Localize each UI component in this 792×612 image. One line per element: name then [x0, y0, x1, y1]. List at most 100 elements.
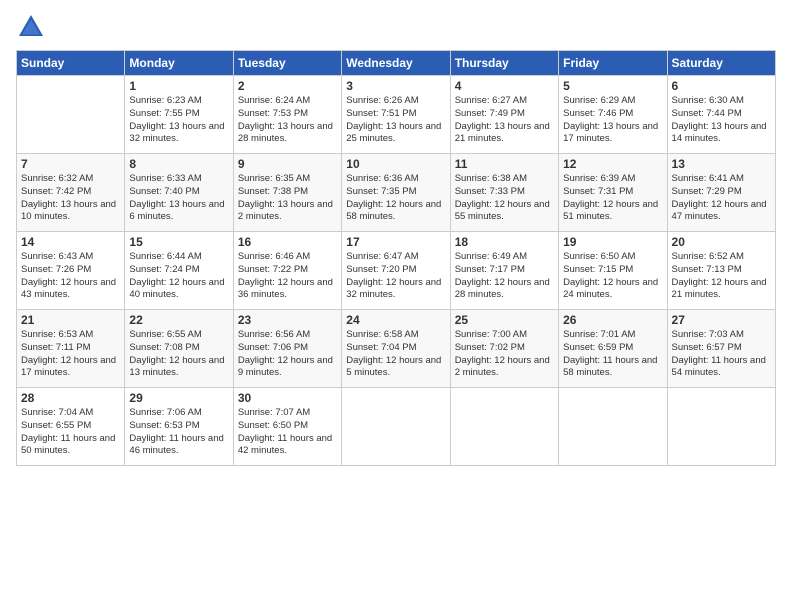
- day-info: Sunrise: 6:32 AM Sunset: 7:42 PM Dayligh…: [21, 173, 120, 224]
- day-info: Sunrise: 6:30 AM Sunset: 7:44 PM Dayligh…: [672, 95, 771, 146]
- calendar-cell: 22 Sunrise: 6:55 AM Sunset: 7:08 PM Dayli…: [125, 310, 233, 388]
- day-info: Sunrise: 7:00 AM Sunset: 7:02 PM Dayligh…: [455, 329, 554, 380]
- weekday-header: Tuesday: [233, 51, 341, 76]
- day-info: Sunrise: 6:46 AM Sunset: 7:22 PM Dayligh…: [238, 251, 337, 302]
- calendar-cell: 21 Sunrise: 6:53 AM Sunset: 7:11 PM Dayli…: [17, 310, 125, 388]
- calendar-week-row: 7Sunrise: 6:32 AM Sunset: 7:42 PM Daylig…: [17, 154, 776, 232]
- calendar-cell: 18 Sunrise: 6:49 AM Sunset: 7:17 PM Dayli…: [450, 232, 558, 310]
- calendar-cell: 2 Sunrise: 6:24 AM Sunset: 7:53 PM Daylig…: [233, 76, 341, 154]
- day-number: 30: [238, 391, 337, 405]
- day-number: 14: [21, 235, 120, 249]
- calendar-cell: 5 Sunrise: 6:29 AM Sunset: 7:46 PM Daylig…: [559, 76, 667, 154]
- calendar-cell: 6 Sunrise: 6:30 AM Sunset: 7:44 PM Daylig…: [667, 76, 775, 154]
- weekday-header: Friday: [559, 51, 667, 76]
- logo-icon: [16, 12, 46, 42]
- day-info: Sunrise: 6:38 AM Sunset: 7:33 PM Dayligh…: [455, 173, 554, 224]
- day-info: Sunrise: 7:01 AM Sunset: 6:59 PM Dayligh…: [563, 329, 662, 380]
- calendar-cell: 30 Sunrise: 7:07 AM Sunset: 6:50 PM Dayli…: [233, 388, 341, 466]
- day-info: Sunrise: 6:41 AM Sunset: 7:29 PM Dayligh…: [672, 173, 771, 224]
- day-info: Sunrise: 6:56 AM Sunset: 7:06 PM Dayligh…: [238, 329, 337, 380]
- calendar-cell: 12 Sunrise: 6:39 AM Sunset: 7:31 PM Dayli…: [559, 154, 667, 232]
- calendar-cell: 26 Sunrise: 7:01 AM Sunset: 6:59 PM Dayli…: [559, 310, 667, 388]
- day-info: Sunrise: 6:23 AM Sunset: 7:55 PM Dayligh…: [129, 95, 228, 146]
- day-info: Sunrise: 6:53 AM Sunset: 7:11 PM Dayligh…: [21, 329, 120, 380]
- calendar-cell: 29 Sunrise: 7:06 AM Sunset: 6:53 PM Dayli…: [125, 388, 233, 466]
- day-number: 8: [129, 157, 228, 171]
- day-info: Sunrise: 7:03 AM Sunset: 6:57 PM Dayligh…: [672, 329, 771, 380]
- day-number: 27: [672, 313, 771, 327]
- weekday-header: Wednesday: [342, 51, 450, 76]
- day-number: 25: [455, 313, 554, 327]
- calendar-cell: 28 Sunrise: 7:04 AM Sunset: 6:55 PM Dayli…: [17, 388, 125, 466]
- weekday-header: Sunday: [17, 51, 125, 76]
- day-number: 21: [21, 313, 120, 327]
- day-info: Sunrise: 6:35 AM Sunset: 7:38 PM Dayligh…: [238, 173, 337, 224]
- day-number: 19: [563, 235, 662, 249]
- calendar-week-row: 21 Sunrise: 6:53 AM Sunset: 7:11 PM Dayli…: [17, 310, 776, 388]
- calendar-cell: [559, 388, 667, 466]
- day-number: 2: [238, 79, 337, 93]
- calendar-cell: 3 Sunrise: 6:26 AM Sunset: 7:51 PM Daylig…: [342, 76, 450, 154]
- calendar-cell: 8Sunrise: 6:33 AM Sunset: 7:40 PM Daylig…: [125, 154, 233, 232]
- day-number: 16: [238, 235, 337, 249]
- day-number: 22: [129, 313, 228, 327]
- day-number: 15: [129, 235, 228, 249]
- day-info: Sunrise: 6:52 AM Sunset: 7:13 PM Dayligh…: [672, 251, 771, 302]
- calendar-cell: [667, 388, 775, 466]
- day-info: Sunrise: 7:06 AM Sunset: 6:53 PM Dayligh…: [129, 407, 228, 458]
- day-number: 9: [238, 157, 337, 171]
- day-number: 11: [455, 157, 554, 171]
- logo: [16, 12, 48, 42]
- page: SundayMondayTuesdayWednesdayThursdayFrid…: [0, 0, 792, 612]
- day-info: Sunrise: 7:07 AM Sunset: 6:50 PM Dayligh…: [238, 407, 337, 458]
- day-info: Sunrise: 6:50 AM Sunset: 7:15 PM Dayligh…: [563, 251, 662, 302]
- day-number: 1: [129, 79, 228, 93]
- day-number: 24: [346, 313, 445, 327]
- calendar-week-row: 14 Sunrise: 6:43 AM Sunset: 7:26 PM Dayli…: [17, 232, 776, 310]
- day-info: Sunrise: 6:24 AM Sunset: 7:53 PM Dayligh…: [238, 95, 337, 146]
- calendar-cell: 27 Sunrise: 7:03 AM Sunset: 6:57 PM Dayli…: [667, 310, 775, 388]
- calendar-cell: 25 Sunrise: 7:00 AM Sunset: 7:02 PM Dayli…: [450, 310, 558, 388]
- calendar-week-row: 1 Sunrise: 6:23 AM Sunset: 7:55 PM Daylig…: [17, 76, 776, 154]
- day-number: 23: [238, 313, 337, 327]
- day-info: Sunrise: 6:27 AM Sunset: 7:49 PM Dayligh…: [455, 95, 554, 146]
- calendar-cell: [17, 76, 125, 154]
- day-info: Sunrise: 6:43 AM Sunset: 7:26 PM Dayligh…: [21, 251, 120, 302]
- day-number: 6: [672, 79, 771, 93]
- calendar-cell: 13 Sunrise: 6:41 AM Sunset: 7:29 PM Dayli…: [667, 154, 775, 232]
- day-number: 29: [129, 391, 228, 405]
- day-number: 3: [346, 79, 445, 93]
- day-number: 18: [455, 235, 554, 249]
- weekday-header: Thursday: [450, 51, 558, 76]
- weekday-header: Monday: [125, 51, 233, 76]
- calendar-cell: 20Sunrise: 6:52 AM Sunset: 7:13 PM Dayli…: [667, 232, 775, 310]
- day-number: 4: [455, 79, 554, 93]
- day-info: Sunrise: 6:39 AM Sunset: 7:31 PM Dayligh…: [563, 173, 662, 224]
- day-info: Sunrise: 6:49 AM Sunset: 7:17 PM Dayligh…: [455, 251, 554, 302]
- day-number: 26: [563, 313, 662, 327]
- day-number: 17: [346, 235, 445, 249]
- day-info: Sunrise: 6:29 AM Sunset: 7:46 PM Dayligh…: [563, 95, 662, 146]
- day-number: 28: [21, 391, 120, 405]
- calendar-cell: 1 Sunrise: 6:23 AM Sunset: 7:55 PM Daylig…: [125, 76, 233, 154]
- header: [16, 12, 776, 42]
- calendar-cell: [450, 388, 558, 466]
- calendar-cell: 10Sunrise: 6:36 AM Sunset: 7:35 PM Dayli…: [342, 154, 450, 232]
- day-info: Sunrise: 6:47 AM Sunset: 7:20 PM Dayligh…: [346, 251, 445, 302]
- day-info: Sunrise: 6:55 AM Sunset: 7:08 PM Dayligh…: [129, 329, 228, 380]
- day-info: Sunrise: 6:26 AM Sunset: 7:51 PM Dayligh…: [346, 95, 445, 146]
- calendar-cell: [342, 388, 450, 466]
- calendar-cell: 4 Sunrise: 6:27 AM Sunset: 7:49 PM Daylig…: [450, 76, 558, 154]
- calendar-cell: 11 Sunrise: 6:38 AM Sunset: 7:33 PM Dayli…: [450, 154, 558, 232]
- weekday-header: Saturday: [667, 51, 775, 76]
- day-number: 13: [672, 157, 771, 171]
- calendar: SundayMondayTuesdayWednesdayThursdayFrid…: [16, 50, 776, 466]
- day-info: Sunrise: 7:04 AM Sunset: 6:55 PM Dayligh…: [21, 407, 120, 458]
- calendar-cell: 19 Sunrise: 6:50 AM Sunset: 7:15 PM Dayli…: [559, 232, 667, 310]
- calendar-cell: 23 Sunrise: 6:56 AM Sunset: 7:06 PM Dayli…: [233, 310, 341, 388]
- calendar-cell: 9 Sunrise: 6:35 AM Sunset: 7:38 PM Daylig…: [233, 154, 341, 232]
- day-number: 5: [563, 79, 662, 93]
- day-info: Sunrise: 6:36 AM Sunset: 7:35 PM Dayligh…: [346, 173, 445, 224]
- day-number: 12: [563, 157, 662, 171]
- calendar-cell: 7Sunrise: 6:32 AM Sunset: 7:42 PM Daylig…: [17, 154, 125, 232]
